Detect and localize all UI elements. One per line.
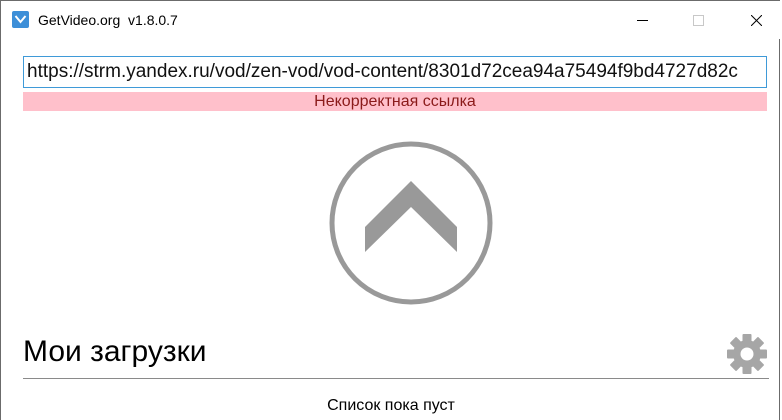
app-name: GetVideo.org xyxy=(38,12,121,28)
settings-button[interactable] xyxy=(725,332,769,376)
error-message: Некорректная ссылка xyxy=(23,92,767,111)
minimize-button[interactable] xyxy=(619,1,665,39)
gear-icon xyxy=(727,334,767,374)
chevron-up-icon xyxy=(329,141,493,305)
url-input[interactable] xyxy=(23,56,767,88)
window-title: GetVideo.org v1.8.0.7 xyxy=(38,12,178,28)
close-icon xyxy=(751,15,762,26)
download-button[interactable] xyxy=(329,141,493,305)
title-bar[interactable]: GetVideo.org v1.8.0.7 xyxy=(1,1,781,39)
empty-list-message: Список пока пуст xyxy=(327,397,455,414)
app-version: v1.8.0.7 xyxy=(128,12,178,28)
app-logo-icon xyxy=(12,11,29,28)
app-window: GetVideo.org v1.8.0.7 Некорректная ссылк… xyxy=(0,0,781,420)
close-button[interactable] xyxy=(733,1,779,39)
maximize-button[interactable] xyxy=(675,1,721,39)
minimize-icon xyxy=(637,20,648,21)
maximize-icon xyxy=(693,15,704,26)
section-divider xyxy=(23,378,769,379)
downloads-title: Мои загрузки xyxy=(23,335,207,368)
